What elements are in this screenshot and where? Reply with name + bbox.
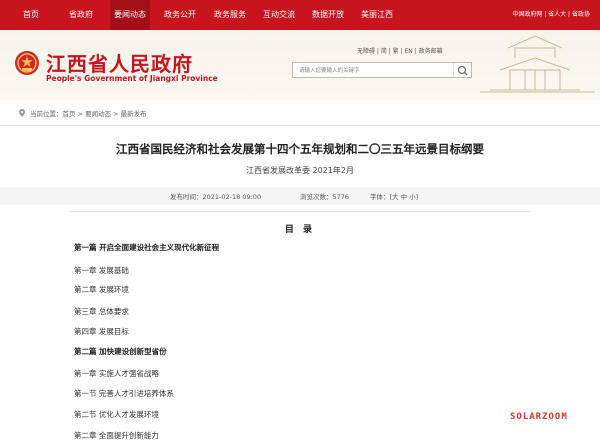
article-title: 江西省国民经济和社会发展第十四个五年规划和二〇三五年远景目标纲要 — [116, 142, 484, 156]
toc-entry: 第一节 完善人才引进培养体系 — [74, 389, 174, 398]
search-button[interactable] — [453, 63, 471, 77]
nav-government-affairs[interactable]: 政务公开 — [164, 0, 196, 30]
header-tools[interactable]: 无障碍 | 简 | 繁 | EN | 政务邮箱 — [357, 46, 443, 55]
nav-interaction[interactable]: 互动交流 — [263, 0, 295, 30]
site-logo-title[interactable]: 江西省人民政府 — [46, 48, 193, 77]
nav-open-data[interactable]: 数据开放 — [312, 0, 344, 30]
external-links[interactable]: 中国政府网 | 省人大 | 省政协 — [512, 0, 590, 30]
nav-news[interactable]: 要闻动态 — [110, 0, 150, 30]
view-count: 浏览次数：5776 — [300, 193, 350, 201]
nav-home[interactable]: 首页 — [23, 0, 39, 30]
national-emblem-icon — [15, 51, 39, 75]
watermark-logo: SOLARZOOM — [510, 412, 568, 422]
search-box[interactable]: 请输入您要输入的关键字 — [292, 62, 472, 78]
site-logo-subtitle: People's Government of Jiangxi Province — [46, 74, 218, 83]
toc-entry: 第二章 全面提升创新能力 — [74, 431, 159, 440]
toc-entry: 第二章 发展环境 — [74, 285, 129, 294]
breadcrumb-text[interactable]: 当前位置：首页 > 要闻动态 > 最新发布 — [30, 108, 147, 118]
nav-services[interactable]: 政务服务 — [214, 0, 246, 30]
search-icon — [457, 65, 468, 76]
toc-entry: 第二节 优化人才发展环境 — [74, 410, 159, 419]
location-pin-icon — [19, 109, 25, 117]
toc-entry: 第四章 发展目标 — [74, 327, 129, 336]
site-header: 江西省人民政府 People's Government of Jiangxi P… — [0, 30, 600, 100]
publish-time: 发布时间：2021-02-18 09:00 — [170, 193, 262, 201]
article-subtitle: 江西省发展改革委 2021年2月 — [246, 166, 354, 175]
toc-entry: 第三章 总体要求 — [74, 307, 129, 316]
nav-beautiful-jiangxi[interactable]: 美丽江西 — [361, 0, 393, 30]
article-meta-bar: 发布时间：2021-02-18 09:00 浏览次数：5776 字体：[大 中 … — [0, 187, 600, 205]
top-nav-bar: 首页 省政府 要闻动态 政务公开 政务服务 互动交流 数据开放 美丽江西 中国政… — [0, 0, 600, 30]
toc-heading: 目 录 — [284, 225, 316, 235]
nav-provincial-government[interactable]: 省政府 — [69, 0, 93, 30]
breadcrumb: 当前位置：首页 > 要闻动态 > 最新发布 — [0, 100, 600, 126]
tengwang-pavilion-illustration — [480, 35, 595, 93]
toc-entry: 第一篇 开启全面建设社会主义现代化新征程 — [74, 243, 220, 252]
divider — [70, 211, 530, 212]
toc-entry: 第二篇 加快建设创新型省份 — [74, 347, 167, 356]
toc-entry: 第一章 发展基础 — [74, 266, 129, 275]
search-input[interactable]: 请输入您要输入的关键字 — [299, 66, 360, 74]
toc-entry: 第一章 实施人才强省战略 — [74, 369, 159, 378]
font-size-switcher[interactable]: 字体：[大 中 小] — [370, 191, 418, 201]
